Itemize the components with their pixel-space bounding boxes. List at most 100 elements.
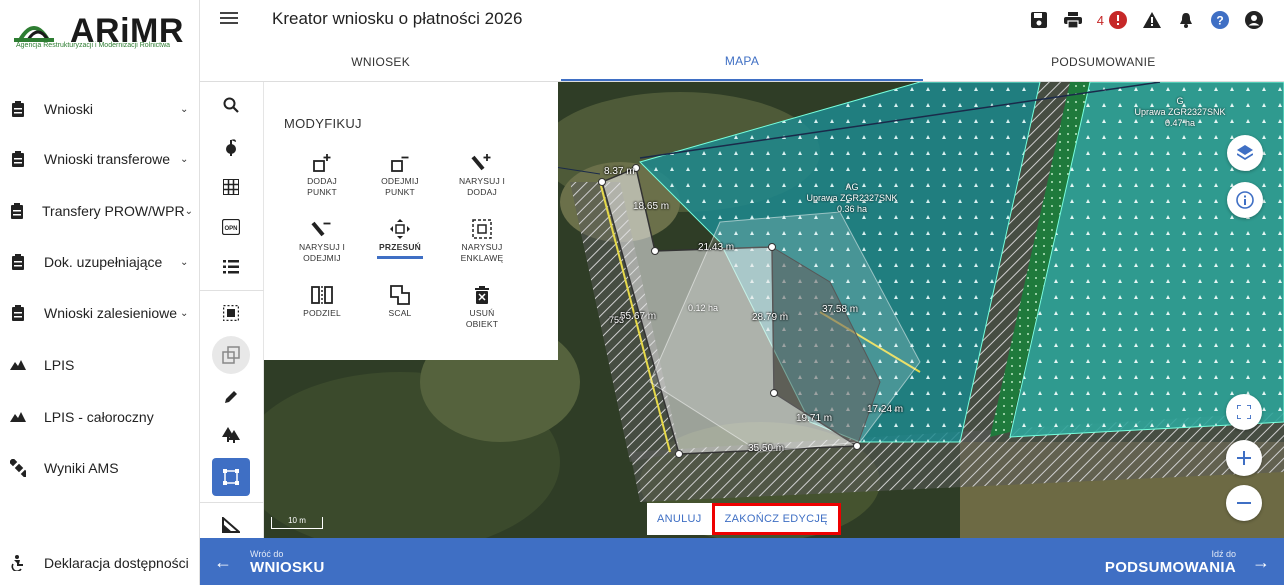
clipboard-icon [10, 151, 26, 167]
sidebar-item-label: Wyniki AMS [44, 460, 119, 476]
svg-text:?: ? [1216, 14, 1223, 28]
copy-layers-icon[interactable] [212, 336, 250, 374]
chevron-down-icon: ⌄ [184, 205, 193, 217]
parcel-ag-area: 0.36 ha [836, 204, 868, 214]
top-header: Kreator wniosku o płatności 2026 4 ? [200, 0, 1284, 42]
sidebar-item-accessibility[interactable]: Deklaracja dostępności [0, 538, 200, 585]
parcel-g-crop: Uprawa ZGR2327SNK [1134, 107, 1226, 117]
next-button[interactable]: Idź do PODSUMOWANIA → [1105, 544, 1270, 580]
hamburger-menu-icon[interactable] [218, 9, 240, 31]
save-icon[interactable] [1029, 10, 1049, 30]
account-icon[interactable] [1244, 10, 1264, 30]
modify-panel: MODYFIKUJ DODAJ PUNKT ODEJMIJ PUNKT NARY… [264, 82, 558, 360]
parcel-g-label: G Uprawa ZGR2327SNK 0.47 ha [1120, 96, 1240, 129]
sidebar-item-dok-uzupelniajace[interactable]: Dok. uzupełniające ⌄ [0, 237, 200, 287]
tool-label: NARYSUJ [461, 242, 503, 252]
arrow-left-icon: ← [214, 551, 232, 572]
draw-subtract-icon [286, 216, 358, 242]
next-large-label: PODSUMOWANIA [1104, 558, 1236, 576]
sidebar-item-label: Transfery PROW/WPR [42, 203, 185, 219]
tool-label: PRZESUŃ [378, 242, 422, 252]
tool-label: DODAJ [467, 187, 497, 197]
bell-icon[interactable] [1176, 10, 1196, 30]
move-arrows-icon [364, 216, 436, 242]
notification-count: 4 [1096, 12, 1104, 28]
split-icon [286, 282, 358, 308]
edit-actions: ANULUJ ZAKOŃCZ EDYCJĘ [647, 503, 841, 535]
chevron-down-icon: ⌄ [180, 307, 189, 319]
accessibility-link: Deklaracja dostępności [44, 555, 189, 571]
zoom-in-button[interactable] [1226, 440, 1262, 476]
select-area-icon[interactable] [212, 294, 250, 332]
accessibility-icon [10, 555, 26, 571]
split-tool[interactable]: PODZIEL [286, 282, 358, 319]
move-tool[interactable]: PRZESUŃ [364, 216, 436, 259]
back-button[interactable]: ← Wróć do WNIOSKU [214, 544, 325, 580]
arrow-right-icon: → [1252, 551, 1270, 572]
error-icon[interactable] [1108, 10, 1128, 30]
add-point-tool[interactable]: DODAJ PUNKT [286, 150, 358, 198]
info-button[interactable] [1227, 182, 1263, 218]
tab-podsumowanie[interactable]: PODSUMOWANIE [923, 42, 1284, 81]
sidebar: ARiMR Agencja Restrukturyzacji i Moderni… [0, 0, 200, 585]
measurement-label: 28.79 m [752, 312, 789, 323]
finish-edit-button[interactable]: ZAKOŃCZ EDYCJĘ [711, 503, 841, 535]
pencil-icon[interactable] [212, 378, 250, 416]
tool-label: OBIEKT [465, 319, 499, 329]
sidebar-item-wnioski-transferowe[interactable]: Wnioski transferowe ⌄ [0, 134, 200, 184]
tab-wniosek[interactable]: WNIOSEK [200, 42, 561, 81]
clipboard-icon [10, 254, 26, 270]
tool-label: DODAJ [307, 176, 337, 186]
logo-mark-icon [14, 26, 54, 42]
fullscreen-icon [1237, 405, 1251, 419]
grid-icon[interactable] [212, 168, 250, 206]
layers-button[interactable] [1227, 135, 1263, 171]
tab-mapa[interactable]: MAPA [561, 42, 923, 81]
plus-icon [1237, 451, 1251, 465]
clipboard-icon [10, 305, 26, 321]
help-icon[interactable]: ? [1210, 10, 1230, 30]
merge-icon [364, 282, 436, 308]
crop-plant-icon[interactable] [212, 128, 250, 166]
list-icon[interactable] [212, 248, 250, 286]
tool-label: NARYSUJ I [298, 242, 346, 252]
remove-point-tool[interactable]: ODEJMIJ PUNKT [364, 150, 436, 198]
parcel-g-code: G [1176, 96, 1184, 106]
logo-subtitle: Agencja Restrukturyzacji i Modernizacji … [16, 42, 171, 49]
chevron-down-icon: ⌄ [180, 153, 189, 165]
parcel-ag-crop: Uprawa ZGR2327SNK [806, 193, 898, 203]
modify-shape-icon[interactable] [212, 458, 250, 496]
tool-label: PUNKT [385, 187, 415, 197]
measurement-label: 19.71 m [796, 413, 833, 424]
zoom-out-button[interactable] [1226, 485, 1262, 521]
arimr-logo[interactable]: ARiMR Agencja Restrukturyzacji i Moderni… [14, 10, 184, 58]
sidebar-item-wyniki-ams[interactable]: Wyniki AMS [0, 443, 200, 493]
fullscreen-button[interactable] [1226, 394, 1262, 430]
remove-point-icon [364, 150, 436, 176]
print-icon[interactable] [1063, 10, 1083, 30]
sidebar-item-wnioski-zalesieniowe[interactable]: Wnioski zalesieniowe ⌄ [0, 288, 200, 338]
forest-icon[interactable] [212, 416, 250, 454]
sidebar-item-lpis[interactable]: LPIS [0, 340, 200, 390]
tool-label: NARYSUJ I [458, 176, 506, 186]
page-title: Kreator wniosku o płatności 2026 [272, 9, 523, 28]
cancel-button[interactable]: ANULUJ [647, 503, 712, 535]
polygon-area-label: 0.12 ha [688, 303, 719, 313]
enclave-icon [446, 216, 518, 242]
bottom-nav-bar: ← Wróć do WNIOSKU Idź do PODSUMOWANIA → [200, 538, 1284, 585]
draw-enclave-tool[interactable]: NARYSUJ ENKLAWĘ [446, 216, 518, 264]
map-scale-bar: 10 m [271, 516, 323, 529]
measurement-label: 21.43 m [698, 242, 735, 253]
sidebar-item-wnioski[interactable]: Wnioski ⌄ [0, 84, 200, 134]
warning-icon[interactable] [1142, 10, 1162, 30]
sidebar-item-transfery[interactable]: Transfery PROW/WPR ⌄ [0, 186, 200, 236]
search-icon[interactable] [212, 86, 250, 124]
delete-object-tool[interactable]: USUŃ OBIEKT [446, 282, 518, 330]
draw-add-tool[interactable]: NARYSUJ I DODAJ [446, 150, 518, 198]
trash-icon [446, 282, 518, 308]
merge-tool[interactable]: SCAL [364, 282, 436, 319]
draw-subtract-tool[interactable]: NARYSUJ I ODEJMIJ [286, 216, 358, 264]
orthophoto-icon[interactable]: OPN [212, 208, 250, 246]
sidebar-item-label: Dok. uzupełniające [44, 254, 163, 270]
sidebar-item-lpis-caloroczny[interactable]: LPIS - całoroczny [0, 392, 200, 442]
